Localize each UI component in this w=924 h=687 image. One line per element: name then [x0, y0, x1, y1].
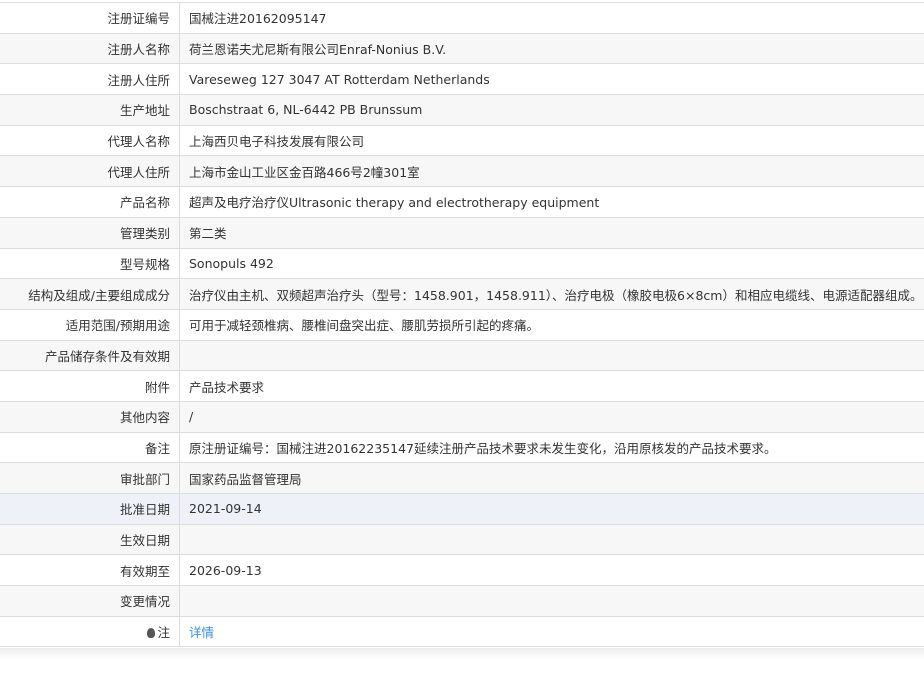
row-value: 治疗仪由主机、双频超声治疗头（型号：1458.901，1458.911）、治疗电…	[179, 278, 924, 310]
table-row: 结构及组成/主要组成成分 治疗仪由主机、双频超声治疗头（型号：1458.901，1…	[0, 278, 924, 310]
row-value: 上海西贝电子科技发展有限公司	[179, 124, 924, 157]
table-row: 备注 原注册证编号：国械注进20162235147延续注册产品技术要求未发生变化，…	[0, 431, 924, 464]
row-label: 型号规格	[0, 247, 180, 280]
table-row: 代理人住所 上海市金山工业区金百路466号2幢301室	[0, 155, 924, 188]
row-value: 可用于减轻颈椎病、腰椎间盘突出症、腰肌劳损所引起的疼痛。	[179, 308, 924, 341]
row-label: 代理人住所	[0, 155, 180, 188]
registration-detail: 注册证编号 国械注进20162095147 注册人名称 荷兰恩诺夫尤尼斯有限公司Enr…	[0, 0, 924, 661]
row-value: Boschstraat 6, NL-6442 PB Brunssum	[179, 94, 924, 126]
row-value: 超声及电疗治疗仪Ultrasonic therapy and electroth…	[179, 186, 924, 218]
table-row: 变更情况	[0, 585, 924, 617]
row-label: 其他内容	[0, 400, 180, 433]
row-label: 适用范围/预期用途	[0, 308, 180, 341]
row-label: 产品名称	[0, 186, 180, 218]
row-value	[179, 585, 924, 617]
table-row: 生产地址 Boschstraat 6, NL-6442 PB Brunssum	[0, 94, 924, 126]
row-label: 变更情况	[0, 585, 180, 617]
row-label: 注册人名称	[0, 32, 180, 65]
table-row: 有效期至 2026-09-13	[0, 554, 924, 587]
row-label: 生产地址	[0, 94, 180, 126]
table-row: 审批部门 国家药品监督管理局	[0, 462, 924, 494]
table-row: 产品储存条件及有效期	[0, 339, 924, 372]
table-row: 附件 产品技术要求	[0, 370, 924, 402]
row-label: 生效日期	[0, 523, 180, 556]
table-row: 批准日期 2021-09-14	[0, 493, 924, 525]
row-label: 结构及组成/主要组成成分	[0, 278, 180, 310]
row-value	[179, 339, 924, 372]
row-label: 审批部门	[0, 462, 180, 494]
table-row: 适用范围/预期用途 可用于减轻颈椎病、腰椎间盘突出症、腰肌劳损所引起的疼痛。	[0, 308, 924, 341]
row-value: 国械注进20162095147	[179, 2, 924, 34]
row-value: 第二类	[179, 216, 924, 249]
table-row: 管理类别 第二类	[0, 216, 924, 249]
row-value: 2026-09-13	[179, 554, 924, 587]
table-row: 注册证编号 国械注进20162095147	[0, 2, 924, 34]
row-label: 批准日期	[0, 493, 180, 525]
table-row: 产品名称 超声及电疗治疗仪Ultrasonic therapy and elect…	[0, 186, 924, 218]
note-row: 注 详情	[0, 615, 924, 648]
table-row: 注册人名称 荷兰恩诺夫尤尼斯有限公司Enraf-Nonius B.V.	[0, 32, 924, 65]
row-value: /	[179, 400, 924, 433]
table-row: 型号规格 Sonopuls 492	[0, 247, 924, 280]
row-value: 荷兰恩诺夫尤尼斯有限公司Enraf-Nonius B.V.	[179, 32, 924, 65]
row-value: 国家药品监督管理局	[179, 462, 924, 494]
row-label: 管理类别	[0, 216, 180, 249]
note-label-text: 注	[157, 625, 170, 641]
row-value: 上海市金山工业区金百路466号2幢301室	[179, 155, 924, 188]
row-value	[179, 523, 924, 556]
row-label: 注册证编号	[0, 2, 180, 34]
note-value: 详情	[179, 615, 924, 648]
table-row: 代理人名称 上海西贝电子科技发展有限公司	[0, 124, 924, 157]
row-label: 注册人住所	[0, 63, 180, 96]
details-link[interactable]: 详情	[189, 625, 214, 640]
row-value: Vareseweg 127 3047 AT Rotterdam Netherla…	[179, 63, 924, 96]
note-label: 注	[0, 615, 180, 648]
table-row: 其他内容 /	[0, 400, 924, 433]
row-value: 产品技术要求	[179, 370, 924, 402]
row-label: 代理人名称	[0, 124, 180, 157]
table-row: 注册人住所 Vareseweg 127 3047 AT Rotterdam Net…	[0, 63, 924, 96]
row-label: 附件	[0, 370, 180, 402]
lightbulb-icon	[147, 628, 156, 639]
detail-table: 注册证编号 国械注进20162095147 注册人名称 荷兰恩诺夫尤尼斯有限公司Enr…	[0, 2, 924, 648]
bottom-shadow	[0, 648, 924, 661]
row-label: 有效期至	[0, 554, 180, 587]
row-label: 产品储存条件及有效期	[0, 339, 180, 372]
table-row: 生效日期	[0, 523, 924, 556]
row-value: Sonopuls 492	[179, 247, 924, 280]
row-label: 备注	[0, 431, 180, 464]
row-value: 原注册证编号：国械注进20162235147延续注册产品技术要求未发生变化，沿用…	[179, 431, 924, 464]
row-value: 2021-09-14	[179, 493, 924, 525]
